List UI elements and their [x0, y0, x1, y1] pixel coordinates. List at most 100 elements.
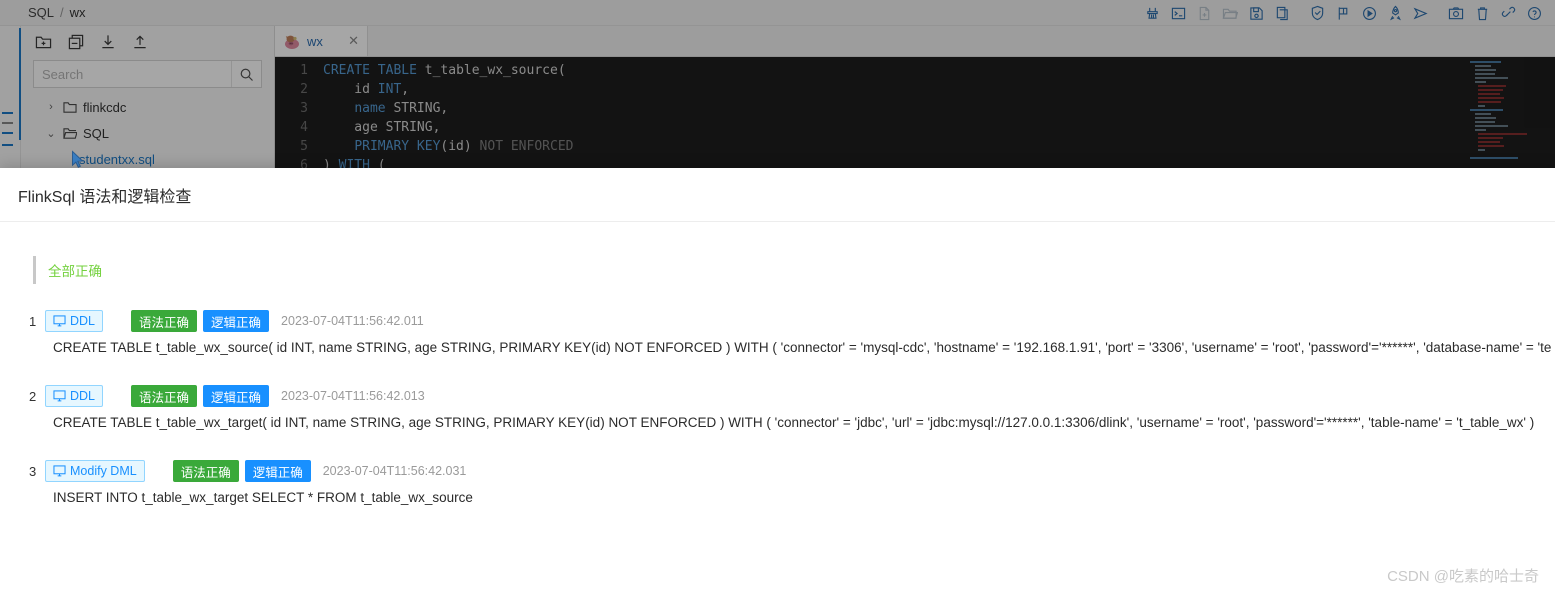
- breadcrumb-item-sql[interactable]: SQL: [28, 5, 54, 20]
- left-rail-tick-1: [2, 112, 13, 114]
- minimap-line: [1478, 149, 1485, 151]
- left-rail-tick-2: [2, 122, 13, 124]
- toolbar-divider-2: [1434, 0, 1443, 26]
- minimap-line: [1470, 109, 1503, 111]
- statement-type-label: DDL: [70, 389, 96, 403]
- new-tab-icon[interactable]: [68, 34, 84, 50]
- statement-type-label: Modify DML: [70, 464, 137, 478]
- search-input[interactable]: [34, 61, 231, 87]
- result-list: 1 DDL 语法正确 逻辑正确 2023-07-04T11:56:42.011 CREAT…: [0, 308, 1555, 505]
- result-sql-text: INSERT INTO t_table_wx_target SELECT * F…: [53, 490, 473, 505]
- line-number: 1: [300, 63, 308, 78]
- result-item: 2 DDL 语法正确 逻辑正确 2023-07-04T11:56:42.013 CREAT…: [0, 383, 1555, 430]
- search-button[interactable]: [231, 61, 261, 87]
- code-line: PRIMARY KEY(id) NOT ENFORCED: [354, 139, 574, 154]
- result-sql-text: CREATE TABLE t_table_wx_source( id INT, …: [53, 340, 1552, 355]
- result-index: 3: [29, 463, 37, 479]
- download-icon[interactable]: [100, 34, 116, 50]
- editor-panel: wx ✕ 1 2 3 4 5 6 CREATE TABLE t_table_wx_sour…: [275, 26, 1555, 168]
- tree-item-flinkcdc[interactable]: › flinkcdc: [21, 94, 274, 120]
- syntax-status-badge: 语法正确: [172, 460, 239, 482]
- toolbar-divider: [1295, 0, 1304, 26]
- tree-item-studentxx[interactable]: studentxx.sql: [21, 146, 274, 168]
- tree-item-label: studentxx.sql: [79, 151, 155, 167]
- minimap-line: [1474, 129, 1487, 131]
- minimap-line: [1474, 125, 1508, 127]
- watermark: CSDN @吃素的哈士奇: [1387, 568, 1539, 585]
- editor-tab-label: wx: [307, 33, 323, 49]
- trash-icon[interactable]: [1469, 0, 1495, 26]
- minimap-line: [1478, 137, 1503, 139]
- minimap-line: [1474, 65, 1492, 67]
- new-folder-icon[interactable]: [35, 34, 52, 50]
- result-timestamp: 2023-07-04T11:56:42.031: [322, 464, 467, 478]
- code-content[interactable]: CREATE TABLE t_table_wx_source( id INT, …: [323, 61, 573, 168]
- monitor-icon: [53, 390, 66, 402]
- monitor-icon: [53, 315, 66, 327]
- chevron-down-icon[interactable]: ⌄: [45, 127, 57, 140]
- breadcrumb-item-wx[interactable]: wx: [70, 5, 86, 20]
- line-number: 4: [300, 120, 308, 135]
- rocket-icon[interactable]: [1382, 0, 1408, 26]
- minimap-line: [1478, 101, 1502, 103]
- statement-type-tag: DDL: [45, 385, 104, 407]
- flag-icon[interactable]: [1330, 0, 1356, 26]
- syntax-check-modal: FlinkSql 语法和逻辑检查 全部正确 1 DDL 语法正确 逻辑正确 2023-0…: [0, 168, 1555, 598]
- save-icon[interactable]: [1243, 0, 1269, 26]
- left-rail: [0, 26, 21, 168]
- chevron-right-icon[interactable]: ›: [45, 101, 57, 113]
- result-sql-text: CREATE TABLE t_table_wx_target( id INT, …: [53, 415, 1535, 430]
- minimap-line: [1474, 121, 1495, 123]
- pig-icon: [283, 32, 301, 50]
- statement-type-tag: DDL: [45, 310, 104, 332]
- background-application: SQL / wx Search › flinkcdc ⌄ SQL student…: [0, 0, 1555, 168]
- syntax-status-badge: 语法正确: [131, 385, 198, 407]
- logic-status-badge: 逻辑正确: [244, 460, 311, 482]
- result-index: 1: [29, 313, 37, 329]
- play-circle-icon[interactable]: [1356, 0, 1382, 26]
- search-box[interactable]: [33, 60, 262, 88]
- close-icon[interactable]: ✕: [348, 33, 359, 49]
- result-timestamp: 2023-07-04T11:56:42.013: [281, 389, 425, 403]
- statement-type-tag: Modify DML: [45, 460, 145, 482]
- line-number: 6: [300, 158, 308, 168]
- shield-check-icon[interactable]: [1304, 0, 1330, 26]
- tree-item-sql[interactable]: ⌄ SQL: [21, 120, 274, 146]
- open-folder-icon[interactable]: [1217, 0, 1243, 26]
- code-line: ) WITH (: [323, 158, 386, 168]
- minimap-line: [1478, 93, 1500, 95]
- result-index: 2: [29, 388, 37, 404]
- tree-item-label: flinkcdc: [83, 99, 127, 115]
- result-header: 1 DDL 语法正确 逻辑正确 2023-07-04T11:56:42.011: [0, 308, 1555, 334]
- link-icon[interactable]: [1495, 0, 1521, 26]
- new-file-icon[interactable]: [1191, 0, 1217, 26]
- minimap-line: [1474, 73, 1495, 75]
- broom-icon[interactable]: [1139, 0, 1165, 26]
- editor-tabstrip: wx ✕: [275, 26, 1555, 57]
- minimap-line: [1478, 97, 1505, 99]
- minimap-line: [1474, 69, 1497, 71]
- result-timestamp: 2023-07-04T11:56:42.011: [281, 314, 424, 328]
- editor-tab-wx[interactable]: wx ✕: [275, 26, 368, 56]
- editor-minimap[interactable]: [1467, 57, 1555, 168]
- monitor-icon: [53, 465, 66, 477]
- copy-icon[interactable]: [1269, 0, 1295, 26]
- minimap-line: [1478, 141, 1500, 143]
- minimap-line: [1478, 133, 1528, 135]
- modal-title: FlinkSql 语法和逻辑检查: [0, 168, 1555, 222]
- minimap-line: [1474, 81, 1487, 83]
- terminal-icon[interactable]: [1165, 0, 1191, 26]
- file-tree: › flinkcdc ⌄ SQL studentxx.sql: [21, 94, 274, 168]
- line-number-gutter: 1 2 3 4 5 6: [275, 57, 317, 168]
- breadcrumb: SQL / wx: [28, 5, 86, 20]
- minimap-line: [1474, 77, 1508, 79]
- result-item: 1 DDL 语法正确 逻辑正确 2023-07-04T11:56:42.011 CREAT…: [0, 308, 1555, 355]
- code-editor[interactable]: 1 2 3 4 5 6 CREATE TABLE t_table_wx_source( i…: [275, 57, 1555, 168]
- send-icon[interactable]: [1408, 0, 1434, 26]
- statement-type-label: DDL: [70, 314, 96, 328]
- camera-icon[interactable]: [1443, 0, 1469, 26]
- result-header: 2 DDL 语法正确 逻辑正确 2023-07-04T11:56:42.013: [0, 383, 1555, 409]
- upload-icon[interactable]: [132, 34, 148, 50]
- help-icon[interactable]: [1521, 0, 1547, 26]
- mouse-cursor: [71, 150, 85, 168]
